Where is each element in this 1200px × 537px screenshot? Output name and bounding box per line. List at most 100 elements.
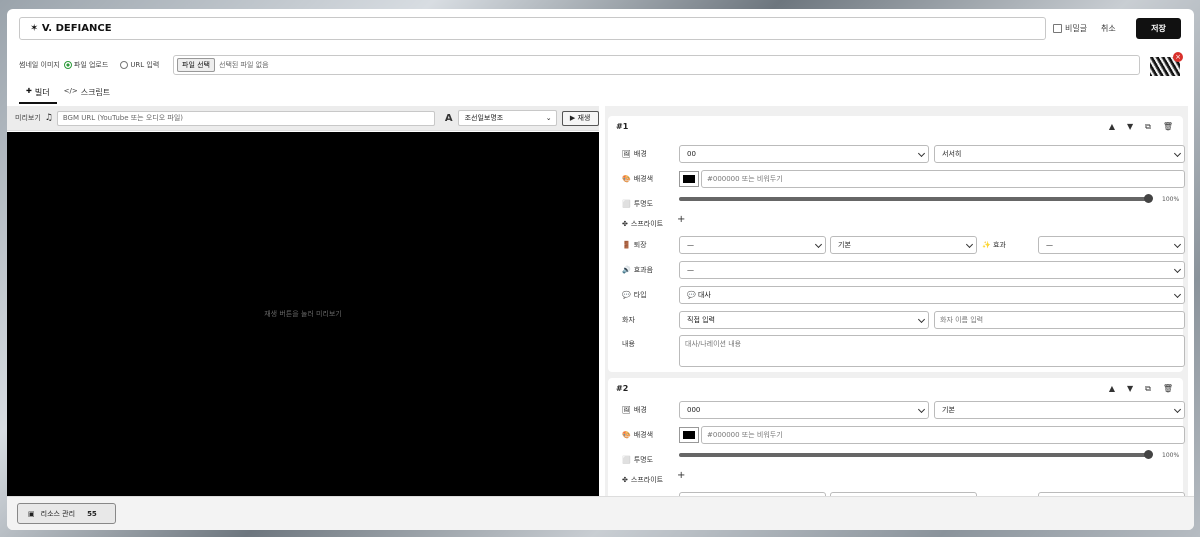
chat-icon: 💬 — [622, 291, 631, 299]
speaker-icon: 🔊 — [622, 266, 631, 274]
image-icon: 🖼 — [622, 406, 631, 414]
sprite-icon: ✤ — [622, 476, 628, 484]
sprite-icon: ✤ — [622, 220, 628, 228]
content-textarea[interactable]: 대사/나레이션 내용 — [679, 335, 1185, 367]
play-button[interactable]: ▶ 재생 — [561, 110, 599, 126]
transition-select[interactable]: 서서히 — [934, 145, 1185, 163]
palette-icon: 🎨 — [622, 175, 631, 183]
font-icon: A — [444, 112, 453, 124]
opacity-label: ⬜ 투명도 — [622, 200, 654, 208]
radio-on-icon[interactable] — [63, 61, 72, 69]
speaker-name-input[interactable]: 화자 이름 입력 — [934, 311, 1185, 329]
cancel-button[interactable]: 취소 — [1101, 23, 1116, 34]
sprite-label: ✤ 스프라이트 — [622, 476, 664, 484]
scene-number: #2 — [616, 384, 629, 393]
copy-icon[interactable]: ⧉ — [1145, 384, 1151, 394]
thumbnail-label: 썸네일 이미지 — [19, 61, 60, 69]
resource-count: 55 — [87, 509, 97, 518]
scene-tools: ▲ ▼ ⧉ 🗑 — [1109, 122, 1173, 132]
opacity-slider-handle[interactable] — [1144, 450, 1153, 459]
editor-window: ✶ V. DEFIANCE 비밀글 취소 저장 썸네일 이미지 파일 업로드 U… — [7, 9, 1194, 530]
image-icon: ▣ — [28, 509, 35, 518]
font-select[interactable]: 조선일보명조 ⌄ — [457, 110, 557, 126]
radio-url-input[interactable]: URL 입력 — [120, 60, 159, 70]
effect-label: ✨ 효과 — [982, 241, 1006, 249]
opacity-value: 100% — [1162, 452, 1180, 459]
scene-list: #1 ▲ ▼ ⧉ 🗑 🖼 배경 00 서서히 🎨 배경색 #000000 또는 비워… — [605, 106, 1188, 496]
color-swatch[interactable] — [679, 171, 699, 187]
image-icon: 🖼 — [622, 150, 631, 158]
exit-label: 🚪 퇴장 — [622, 241, 647, 249]
stage-hint: 재생 버튼을 눌러 미리보기 — [264, 310, 342, 318]
bg-color-label: 🎨 배경색 — [622, 175, 654, 183]
puzzle-icon: ✚ — [26, 87, 32, 95]
opacity-icon: ⬜ — [622, 200, 631, 208]
move-up-icon[interactable]: ▲ — [1109, 122, 1115, 132]
preview-stage[interactable]: 재생 버튼을 눌러 미리보기 — [7, 132, 599, 496]
save-button[interactable]: 저장 — [1136, 18, 1181, 39]
exit-mode-select[interactable]: 기본 — [830, 236, 977, 254]
tab-label: 빌더 — [34, 88, 50, 97]
scene-card: #2 ▲ ▼ ⧉ 🗑 🖼 배경 000 기본 🎨 배경색 #000000 또는 비워… — [608, 378, 1185, 496]
radio-label: 파일 업로드 — [73, 61, 109, 69]
preview-toolbar: 미리보기 ♫ BGM URL (YouTube 또는 오디오 파일) A 조선일… — [7, 106, 599, 131]
bg-color-label: 🎨 배경색 — [622, 431, 654, 439]
opacity-value: 100% — [1162, 196, 1180, 203]
secret-checkbox[interactable] — [1053, 24, 1062, 33]
file-input[interactable]: 파일 선택 선택된 파일 없음 — [173, 55, 1140, 75]
radio-off-icon[interactable] — [120, 61, 129, 69]
background-select[interactable]: 000 — [679, 401, 929, 419]
secret-toggle[interactable]: 비밀글 — [1053, 23, 1087, 34]
speaker-label: 화자 — [622, 316, 635, 324]
sprite-label: ✤ 스프라이트 — [622, 220, 664, 228]
preview-label: 미리보기 — [15, 114, 41, 122]
background-label: 🖼 배경 — [622, 150, 647, 158]
type-select[interactable]: 💬 대사 — [679, 286, 1185, 304]
chevron-down-icon: ⌄ — [545, 114, 552, 122]
resource-manager-button[interactable]: ▣ 리소스 관리 55 — [17, 503, 116, 524]
font-select-value: 조선일보명조 — [464, 114, 504, 122]
thumbnail-row: 썸네일 이미지 파일 업로드 URL 입력 — [19, 56, 171, 74]
move-up-icon[interactable]: ▲ — [1109, 384, 1115, 394]
copy-icon[interactable]: ⧉ — [1145, 122, 1151, 132]
resource-label: 리소스 관리 — [40, 509, 76, 518]
type-label: 💬 타입 — [622, 291, 647, 299]
trash-icon[interactable]: 🗑 — [1163, 122, 1173, 132]
add-sprite-icon[interactable]: + — [677, 470, 685, 481]
tab-bar: ✚ 빌더 </> 스크립트 — [19, 84, 117, 104]
add-sprite-icon[interactable]: + — [677, 214, 685, 225]
exit-select[interactable]: — — [679, 236, 826, 254]
door-icon: 🚪 — [622, 241, 631, 249]
background-select[interactable]: 00 — [679, 145, 929, 163]
move-down-icon[interactable]: ▼ — [1127, 384, 1133, 394]
file-status: 선택된 파일 없음 — [219, 61, 269, 69]
tab-builder[interactable]: ✚ 빌더 — [19, 84, 57, 104]
secret-label: 비밀글 — [1065, 24, 1088, 33]
radio-file-upload[interactable]: 파일 업로드 — [63, 60, 109, 70]
tab-script[interactable]: </> 스크립트 — [57, 84, 118, 104]
opacity-slider-handle[interactable] — [1144, 194, 1153, 203]
file-select-button[interactable]: 파일 선택 — [177, 58, 215, 72]
scene-card: #1 ▲ ▼ ⧉ 🗑 🖼 배경 00 서서히 🎨 배경색 #000000 또는 비워… — [608, 116, 1185, 372]
move-down-icon[interactable]: ▼ — [1127, 122, 1133, 132]
sound-label: 🔊 효과음 — [622, 266, 654, 274]
bg-color-input[interactable]: #000000 또는 비워두기 — [701, 426, 1185, 444]
effect-select[interactable]: — — [1038, 236, 1185, 254]
opacity-slider[interactable] — [679, 453, 1149, 457]
radio-label: URL 입력 — [130, 61, 160, 69]
color-swatch[interactable] — [679, 427, 699, 443]
transition-select[interactable]: 기본 — [934, 401, 1185, 419]
title-input[interactable]: ✶ V. DEFIANCE — [19, 17, 1046, 40]
remove-thumbnail-icon[interactable]: × — [1173, 52, 1183, 62]
trash-icon[interactable]: 🗑 — [1163, 384, 1173, 394]
background-label: 🖼 배경 — [622, 406, 647, 414]
code-icon: </> — [63, 87, 78, 95]
bgm-url-input[interactable]: BGM URL (YouTube 또는 오디오 파일) — [56, 110, 435, 126]
palette-icon: 🎨 — [622, 431, 631, 439]
bg-color-input[interactable]: #000000 또는 비워두기 — [701, 170, 1185, 188]
speaker-mode-select[interactable]: 직접 입력 — [679, 311, 929, 329]
scene-number: #1 — [616, 122, 629, 131]
tab-label: 스크립트 — [80, 88, 111, 97]
sound-select[interactable]: — — [679, 261, 1185, 279]
opacity-slider[interactable] — [679, 197, 1149, 201]
